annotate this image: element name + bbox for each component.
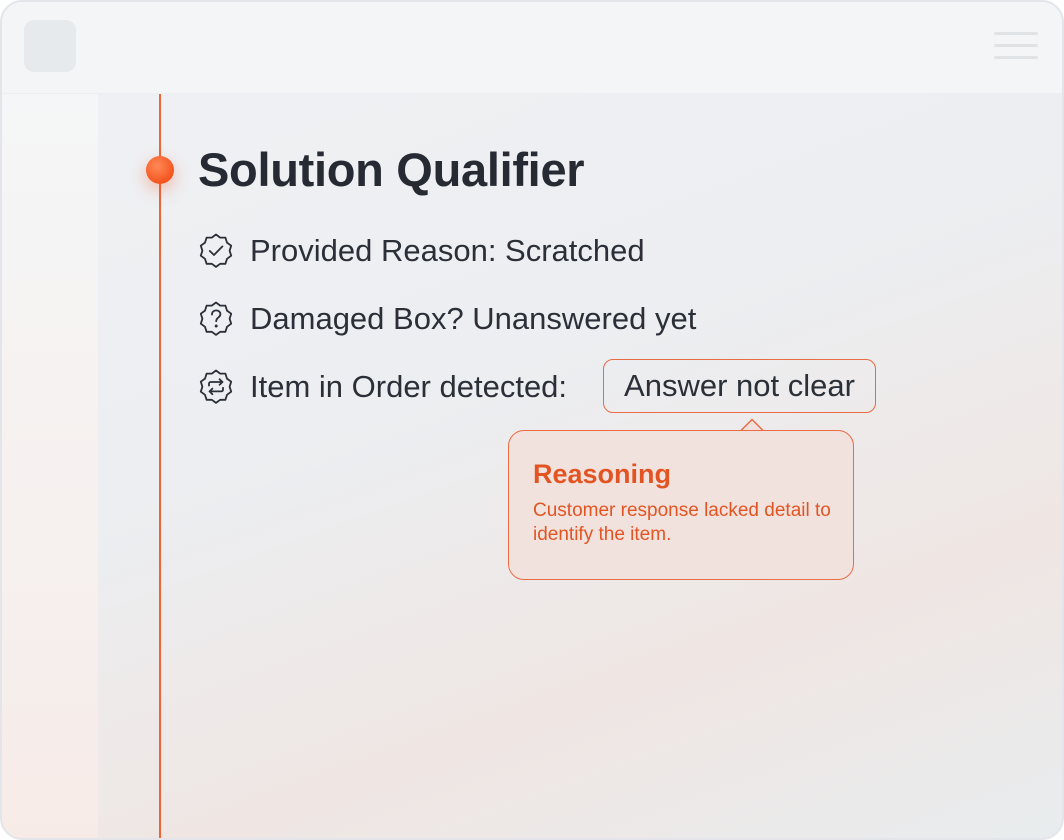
sidebar xyxy=(2,94,98,838)
app-window: Solution Qualifier Provided Reason: Scra… xyxy=(0,0,1064,840)
timeline-line xyxy=(159,94,161,838)
qualifier-item-damaged-box: Damaged Box? Unanswered yet xyxy=(196,299,696,339)
timeline-dot xyxy=(146,156,174,184)
app-logo[interactable] xyxy=(24,20,76,72)
badge-question-icon xyxy=(196,299,236,339)
qualifier-item-detected: Item in Order detected: xyxy=(196,367,567,407)
tooltip-title: Reasoning xyxy=(533,459,672,489)
qualifier-item-label: Item in Order detected: xyxy=(250,369,568,404)
menu-icon[interactable] xyxy=(994,32,1038,62)
qualifier-item-reason: Provided Reason: Scratched xyxy=(196,231,645,271)
qualifier-item-text: Damaged Box? Unanswered yet xyxy=(250,301,697,336)
badge-check-icon xyxy=(196,231,236,271)
reasoning-tooltip: Reasoning Customer response lacked detai… xyxy=(508,430,854,580)
answer-value-pill[interactable]: Answer not clear xyxy=(603,359,876,413)
qualifier-item-text: Provided Reason: Scratched xyxy=(250,233,645,268)
page-title: Solution Qualifier xyxy=(198,143,585,196)
top-bar xyxy=(2,2,1062,94)
badge-repeat-icon xyxy=(196,367,236,407)
tooltip-text: Customer response lacked detail to ident… xyxy=(533,500,831,545)
